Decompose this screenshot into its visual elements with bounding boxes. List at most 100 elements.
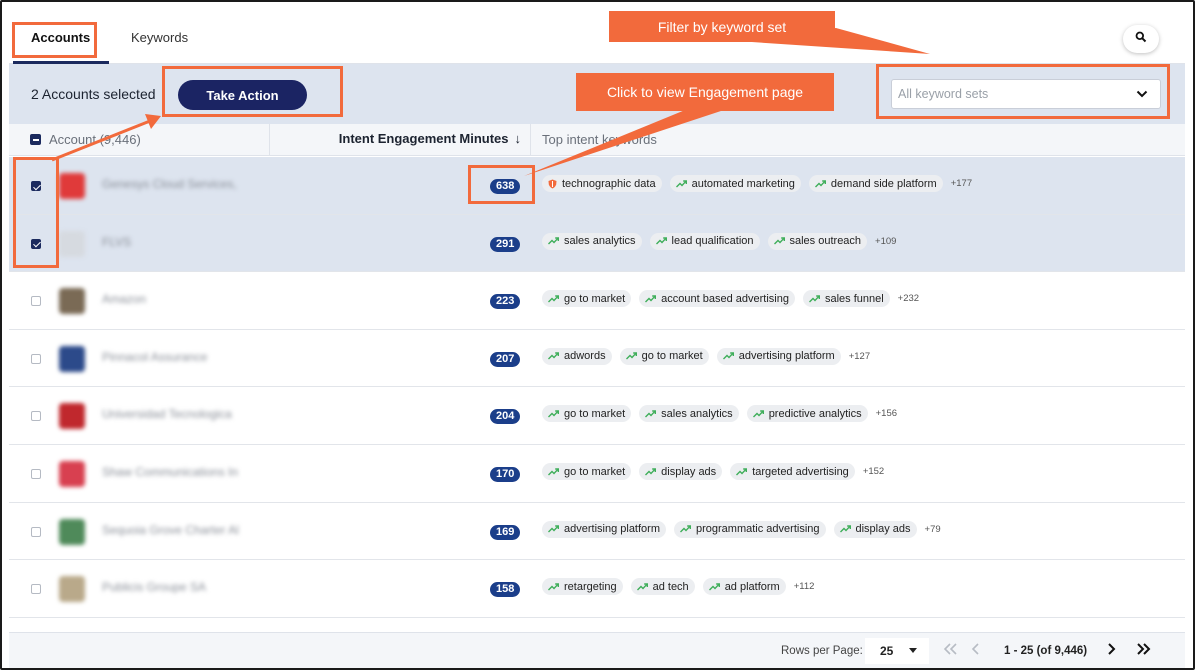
keyword-chip[interactable]: go to market: [542, 290, 632, 308]
keyword-chip[interactable]: account based advertising: [639, 290, 795, 308]
keyword-chip[interactable]: sales analytics: [639, 405, 739, 423]
more-keywords-count[interactable]: +127: [849, 351, 870, 362]
account-name[interactable]: Publicis Groupe SA: [102, 580, 206, 594]
trend-icon: [655, 237, 667, 245]
column-header-intent-minutes[interactable]: Intent Engagement Minutes ↓: [269, 131, 521, 146]
trend-icon: [839, 525, 851, 533]
keyword-chip[interactable]: retargeting: [542, 578, 623, 596]
table-row[interactable]: FLVS 291 sales analytics lead qualification…: [9, 214, 1185, 273]
prev-page-button[interactable]: [971, 642, 981, 659]
column-header-account[interactable]: Account (9,446): [49, 132, 141, 147]
keyword-chip[interactable]: sales outreach: [767, 232, 868, 250]
account-logo: [59, 345, 85, 372]
keyword-chip[interactable]: targeted advertising: [730, 463, 855, 480]
trend-icon: [625, 352, 637, 360]
account-name[interactable]: Shaw Communications In: [102, 465, 238, 479]
keyword-chip[interactable]: go to market: [542, 463, 632, 480]
keyword-list: go to market account based advertising sal…: [542, 290, 919, 308]
more-keywords-count[interactable]: +232: [898, 293, 919, 304]
row-checkbox[interactable]: [31, 584, 41, 595]
tab-accounts[interactable]: Accounts: [31, 30, 90, 45]
last-page-button[interactable]: [1135, 642, 1151, 659]
trend-icon: [708, 582, 720, 591]
engagement-minutes-badge[interactable]: 207: [490, 351, 521, 367]
keyword-chip[interactable]: ad platform: [702, 578, 786, 596]
engagement-minutes-badge[interactable]: 158: [490, 582, 521, 598]
search-button[interactable]: [1123, 25, 1159, 53]
account-name[interactable]: Sequoia Grove Charter Al: [102, 523, 239, 537]
engagement-minutes-badge[interactable]: 223: [490, 294, 521, 310]
row-checkbox[interactable]: [31, 469, 41, 479]
keyword-set-select[interactable]: All keyword sets: [891, 79, 1161, 109]
tab-bar: Accounts Keywords: [9, 2, 1185, 64]
engagement-minutes-badge[interactable]: 169: [490, 524, 521, 540]
keyword-chip[interactable]: predictive analytics: [746, 405, 868, 423]
trend-icon: [773, 237, 785, 245]
row-checkbox[interactable]: [31, 238, 41, 249]
first-page-button[interactable]: [943, 642, 959, 659]
keyword-list: sales analytics lead qualification sales o…: [542, 232, 896, 250]
keyword-chip[interactable]: lead qualification: [649, 232, 760, 250]
keyword-label: go to market: [564, 407, 626, 420]
trend-icon: [736, 467, 748, 476]
row-checkbox[interactable]: [31, 411, 41, 422]
table-row[interactable]: Genesys Cloud Services, 638 technographic …: [9, 157, 1185, 215]
keyword-chip[interactable]: go to market: [542, 405, 632, 423]
engagement-minutes-badge[interactable]: 204: [490, 409, 521, 425]
keyword-chip[interactable]: display ads: [639, 463, 723, 480]
row-checkbox[interactable]: [31, 296, 41, 307]
chevron-down-icon: [1136, 88, 1148, 102]
trend-icon: [548, 582, 559, 591]
rows-per-page-select[interactable]: 25: [865, 638, 929, 664]
table-row[interactable]: Sequoia Grove Charter Al 169 advertising p…: [9, 503, 1185, 561]
keyword-chip[interactable]: automated marketing: [669, 175, 801, 192]
keyword-chip[interactable]: programmatic advertising: [674, 520, 826, 538]
table-row[interactable]: Pinnacol Assurance 207 adwords go to market…: [9, 330, 1185, 388]
account-name[interactable]: FLVS: [102, 235, 131, 249]
engagement-minutes-badge[interactable]: 291: [490, 236, 521, 252]
take-action-button[interactable]: Take Action: [178, 80, 307, 110]
caret-down-icon: [909, 648, 917, 653]
more-keywords-count[interactable]: +112: [794, 581, 815, 592]
account-name[interactable]: Genesys Cloud Services,: [102, 177, 237, 191]
more-keywords-count[interactable]: +79: [925, 524, 941, 535]
keyword-chip[interactable]: sales analytics: [542, 232, 642, 250]
keyword-chip[interactable]: advertising platform: [716, 347, 841, 365]
more-keywords-count[interactable]: +152: [863, 466, 884, 477]
keyword-label: display ads: [855, 523, 911, 536]
keyword-set-placeholder: All keyword sets: [898, 87, 989, 101]
keyword-label: sales funnel: [824, 292, 884, 305]
double-chevron-right-icon: [1137, 643, 1151, 655]
table-row[interactable]: Shaw Communications In 170 go to market dis…: [9, 445, 1185, 503]
table-row[interactable]: Amazon 223 go to market account based adver…: [9, 272, 1185, 330]
keyword-chip[interactable]: go to market: [619, 347, 709, 365]
engagement-minutes-badge[interactable]: 638: [490, 179, 521, 194]
table-row[interactable]: Universidad Tecnologica 204 go to market sa…: [9, 387, 1185, 445]
engagement-minutes-badge[interactable]: 170: [490, 467, 521, 482]
row-checkbox[interactable]: [31, 353, 41, 364]
keyword-chip[interactable]: technographic data: [542, 175, 662, 192]
next-page-button[interactable]: [1106, 642, 1116, 659]
account-name[interactable]: Universidad Tecnologica: [102, 407, 232, 421]
keyword-chip[interactable]: display ads: [833, 520, 917, 538]
tab-keywords[interactable]: Keywords: [131, 30, 188, 45]
chevron-right-icon: [1108, 643, 1116, 655]
keyword-chip[interactable]: sales funnel: [802, 290, 890, 308]
table-row[interactable]: Publicis Groupe SA 158 retargeting ad tech a…: [9, 560, 1185, 618]
table-header: Account (9,446) Intent Engagement Minute…: [9, 124, 1185, 156]
more-keywords-count[interactable]: +177: [951, 178, 972, 189]
keyword-chip[interactable]: adwords: [542, 347, 612, 365]
keyword-label: technographic data: [562, 177, 656, 190]
account-name[interactable]: Pinnacol Assurance: [102, 350, 207, 364]
select-all-checkbox[interactable]: [30, 134, 41, 145]
keyword-chip[interactable]: demand side platform: [808, 175, 943, 192]
keyword-chip[interactable]: advertising platform: [542, 520, 666, 538]
keyword-label: sales analytics: [661, 407, 733, 420]
keyword-chip[interactable]: ad tech: [630, 578, 695, 596]
row-checkbox[interactable]: [31, 181, 41, 191]
more-keywords-count[interactable]: +156: [876, 408, 897, 419]
account-name[interactable]: Amazon: [102, 292, 146, 306]
row-checkbox[interactable]: [31, 526, 41, 537]
rows-per-page-label: Rows per Page:: [781, 645, 863, 657]
more-keywords-count[interactable]: +109: [875, 236, 896, 247]
